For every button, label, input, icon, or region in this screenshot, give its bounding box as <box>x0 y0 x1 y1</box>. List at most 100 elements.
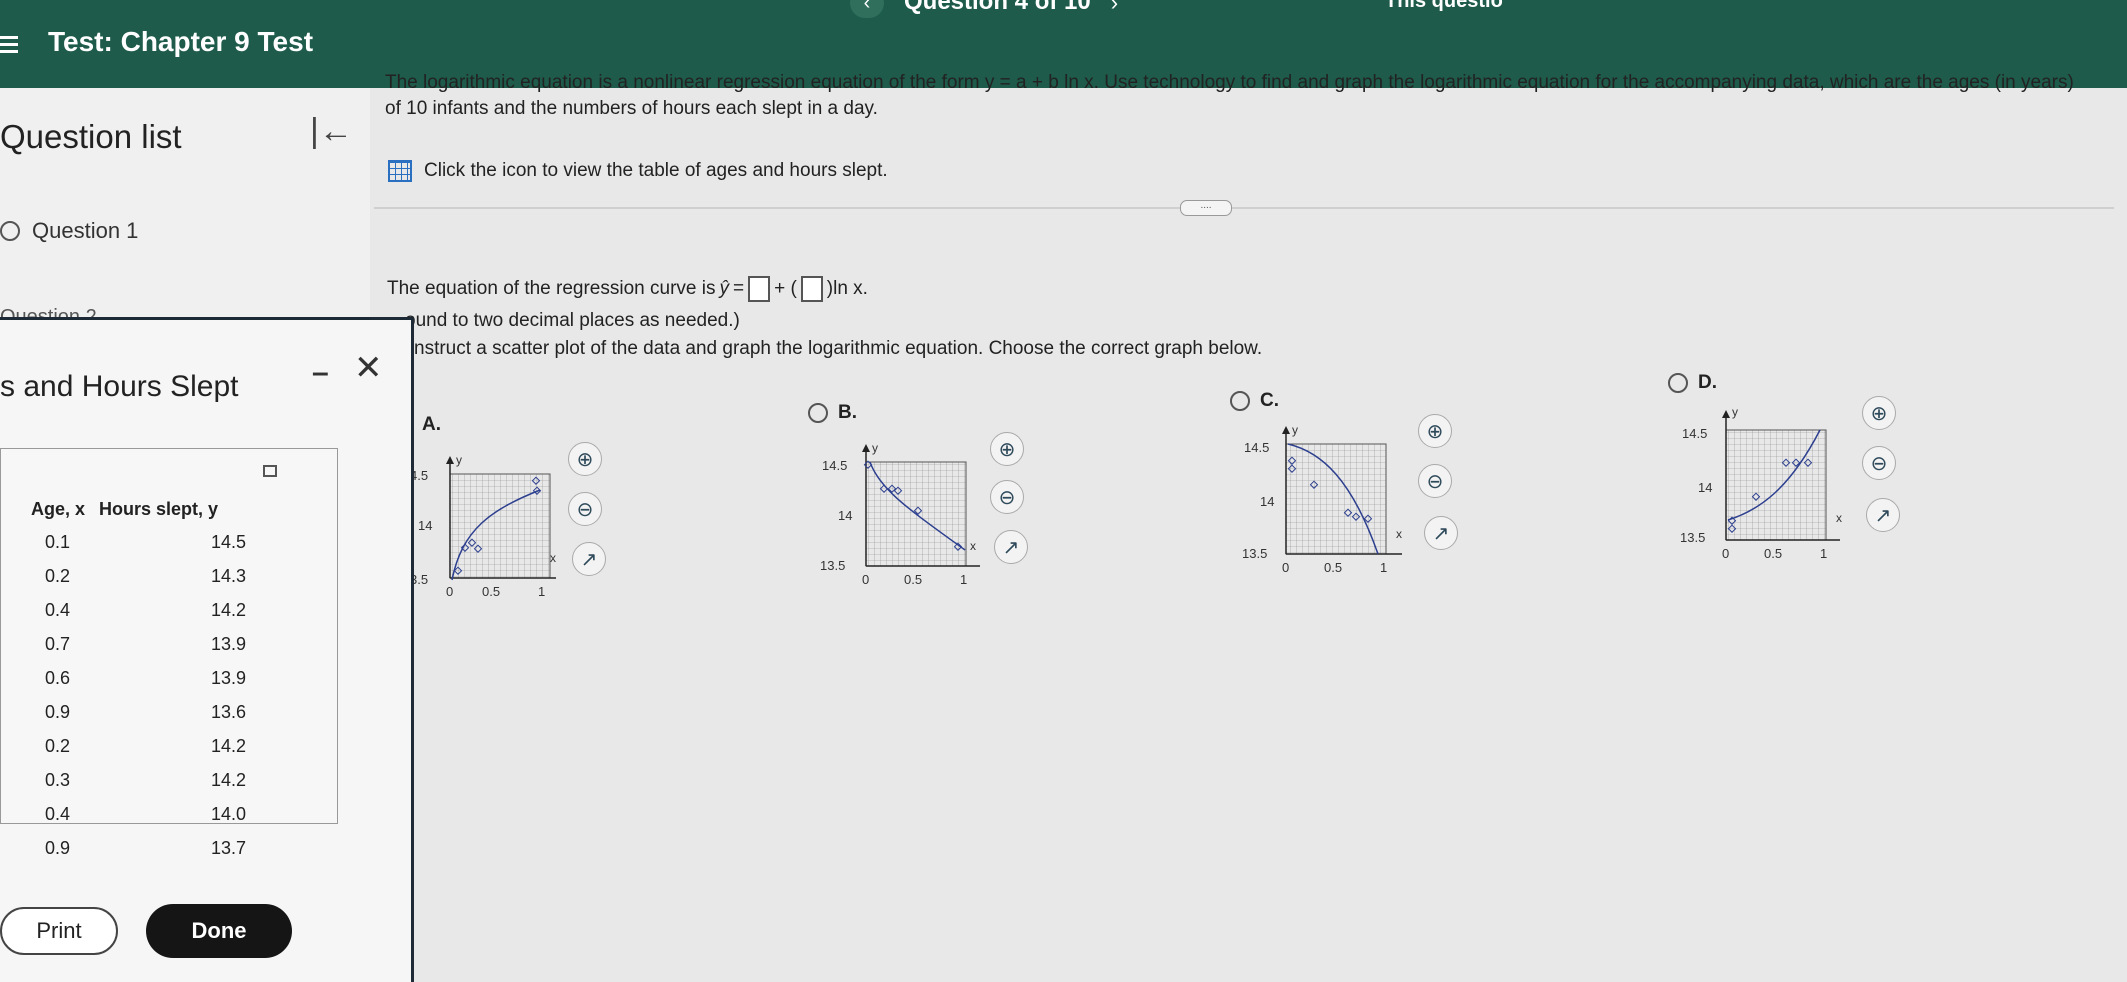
option-c-ytick-mid: 14 <box>1260 494 1274 509</box>
ages-hours-table: Age, x Hours slept, y 0.1 14.5 0.2 14.3 0.… <box>31 499 246 866</box>
table-row: 0.1 14.5 <box>31 526 246 560</box>
option-c-y-axis-label: y <box>1292 423 1298 437</box>
option-b-zoom-out-icon[interactable]: ⊖ <box>990 480 1024 514</box>
section-divider <box>374 207 2114 209</box>
option-b-xtick-half: 0.5 <box>904 572 922 587</box>
print-button[interactable]: Print <box>0 907 118 955</box>
option-b-radio[interactable]: B. <box>808 402 857 424</box>
question-navigator: ‹ Question 4 of 10 › <box>850 0 1118 18</box>
menu-icon[interactable] <box>0 36 18 53</box>
minimize-icon[interactable]: – <box>312 356 329 390</box>
option-b-y-axis-label: y <box>872 441 878 455</box>
equals-sign: = <box>732 278 745 299</box>
copy-icon[interactable] <box>263 465 277 477</box>
age-cell: 0.9 <box>45 838 71 858</box>
option-a-xtick-1: 1 <box>538 584 545 599</box>
option-a-graph: 4.5 14 3.5 0 0.5 1 x y <box>410 450 560 600</box>
option-d-x-axis-label: x <box>1836 511 1842 525</box>
table-row: 0.7 13.9 <box>31 628 246 662</box>
construct-instruction: nstruct a scatter plot of the data and g… <box>414 338 1263 359</box>
close-icon[interactable]: ✕ <box>354 348 383 388</box>
y-hat-symbol: ŷ <box>719 278 729 299</box>
hours-cell: 14.5 <box>211 532 247 552</box>
table-link-text: Click the icon to view the table of ages… <box>424 160 888 181</box>
expand-more-button[interactable]: .... <box>1180 200 1232 216</box>
done-button[interactable]: Done <box>146 904 292 958</box>
option-a-x-axis-label: x <box>550 551 556 565</box>
option-c-ytick-top: 14.5 <box>1244 440 1269 455</box>
coefficient-answer-box[interactable] <box>800 276 823 302</box>
age-cell: 0.7 <box>45 634 71 654</box>
radio-icon <box>1668 373 1688 393</box>
rounding-note: ound to two decimal places as needed.) <box>405 310 740 331</box>
option-a-xtick-half: 0.5 <box>482 584 500 599</box>
age-cell: 0.3 <box>45 770 71 790</box>
option-b-expand-icon[interactable]: ↗ <box>994 530 1028 564</box>
option-c-expand-icon[interactable]: ↗ <box>1424 516 1458 550</box>
option-d-y-axis-label: y <box>1732 405 1738 419</box>
option-c-label: C. <box>1260 390 1279 411</box>
age-cell: 0.4 <box>45 600 71 620</box>
sidebar-item-question-1[interactable]: Question 1 <box>0 218 138 244</box>
age-cell: 0.2 <box>45 566 71 586</box>
option-d-ytick-mid: 14 <box>1698 480 1712 495</box>
option-d-ytick-bottom: 13.5 <box>1680 530 1705 545</box>
hours-cell: 14.2 <box>211 770 247 790</box>
view-table-link[interactable]: Click the icon to view the table of ages… <box>388 160 888 182</box>
table-row: 0.2 14.2 <box>31 730 246 764</box>
option-c-graph: 14.5 14 13.5 0 0.5 1 x y <box>1242 420 1412 580</box>
regression-equation-line: The equation of the regression curve is … <box>387 276 868 302</box>
option-c-zoom-out-icon[interactable]: ⊖ <box>1418 464 1452 498</box>
option-a-zoom-out-icon[interactable]: ⊖ <box>568 492 602 526</box>
option-b-graph: 14.5 14 13.5 0 0.5 1 x y <box>820 440 990 590</box>
option-c-x-axis-label: x <box>1396 527 1402 541</box>
option-d-radio[interactable]: D. <box>1668 372 1717 394</box>
option-d-xtick-0: 0 <box>1722 546 1729 561</box>
next-question-button[interactable]: › <box>1111 0 1118 16</box>
age-cell: 0.9 <box>45 702 71 722</box>
age-cell: 0.1 <box>45 532 71 552</box>
table-row: 0.6 13.9 <box>31 662 246 696</box>
test-title: Test: Chapter 9 Test <box>48 26 314 57</box>
radio-icon <box>808 403 828 423</box>
hours-cell: 13.6 <box>211 702 247 722</box>
previous-question-button[interactable]: ‹ <box>850 0 884 18</box>
option-b-zoom-in-icon[interactable]: ⊕ <box>990 432 1024 466</box>
status-circle-icon <box>0 221 20 241</box>
option-a-expand-icon[interactable]: ↗ <box>572 542 606 576</box>
table-row: 0.4 14.0 <box>31 798 246 832</box>
option-a-ytick-mid: 14 <box>418 518 432 533</box>
top-right-text: This questio <box>1385 0 1503 12</box>
hours-cell: 13.7 <box>211 838 247 858</box>
table-row: 0.2 14.3 <box>31 560 246 594</box>
option-d-expand-icon[interactable]: ↗ <box>1866 498 1900 532</box>
option-d-xtick-half: 0.5 <box>1764 546 1782 561</box>
table-row: 0.9 13.6 <box>31 696 246 730</box>
option-d-graph: 14.5 14 13.5 0 0.5 1 x y <box>1680 402 1850 562</box>
data-table-box: Age, x Hours slept, y 0.1 14.5 0.2 14.3 0.… <box>0 448 338 858</box>
age-cell: 0.6 <box>45 668 71 688</box>
table-header-row: Age, x Hours slept, y <box>31 499 246 526</box>
option-c-xtick-half: 0.5 <box>1324 560 1342 575</box>
option-d-zoom-in-icon[interactable]: ⊕ <box>1862 396 1896 430</box>
hours-cell: 14.2 <box>211 600 247 620</box>
column-header-hours: Hours slept, y <box>99 499 219 519</box>
option-b-ytick-bottom: 13.5 <box>820 558 845 573</box>
intercept-answer-box[interactable] <box>748 276 771 302</box>
option-a-zoom-in-icon[interactable]: ⊕ <box>568 442 602 476</box>
sidebar-item-label: Question 1 <box>32 218 139 243</box>
table-icon[interactable] <box>388 160 412 182</box>
option-b-label: B. <box>838 402 857 423</box>
option-a-label: A. <box>422 414 441 435</box>
hours-cell: 14.3 <box>211 566 247 586</box>
ln-suffix: )ln x. <box>826 278 868 299</box>
option-b-xtick-0: 0 <box>862 572 869 587</box>
option-c-zoom-in-icon[interactable]: ⊕ <box>1418 414 1452 448</box>
collapse-panel-icon[interactable]: |← <box>310 112 353 151</box>
option-d-zoom-out-icon[interactable]: ⊖ <box>1862 446 1896 480</box>
option-a-xtick-0: 0 <box>446 584 453 599</box>
option-c-radio[interactable]: C. <box>1230 390 1279 412</box>
data-table-popup: s and Hours Slept – ✕ Age, x Hours slept… <box>0 317 414 982</box>
question-counter: Question 4 of 10 <box>904 0 1091 15</box>
age-cell: 0.2 <box>45 736 71 756</box>
